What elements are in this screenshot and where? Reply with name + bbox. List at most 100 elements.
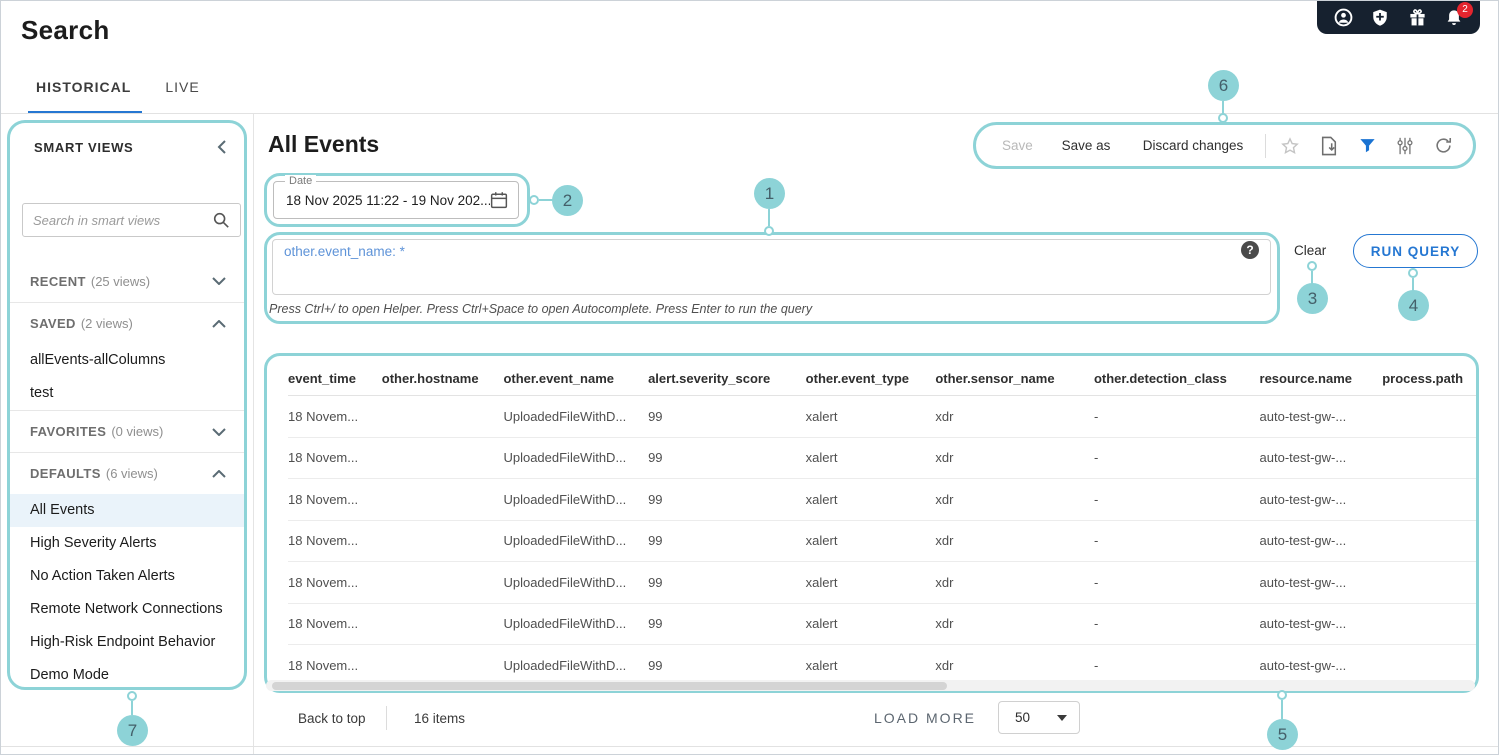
table-cell: xalert xyxy=(805,408,838,424)
column-header[interactable]: other.event_type xyxy=(806,371,936,386)
bell-icon[interactable]: 2 xyxy=(1444,1,1473,28)
export-file-icon[interactable] xyxy=(1319,135,1339,157)
table-cell: UploadedFileWithD... xyxy=(503,616,627,632)
favorite-star-icon[interactable] xyxy=(1280,135,1300,157)
column-header[interactable]: other.sensor_name xyxy=(935,371,1094,386)
run-query-button[interactable]: RUN QUERY xyxy=(1353,234,1478,268)
annotation-6-dot xyxy=(1218,113,1228,123)
search-page: Search 2 HISTORICAL LIVE SMART VIEWS Sea… xyxy=(0,0,1499,755)
header-divider xyxy=(1,113,1498,114)
table-cell: xalert xyxy=(805,574,838,590)
chevron-up-icon xyxy=(212,469,226,478)
table-cell: - xyxy=(1093,491,1099,507)
annotation-5: 5 xyxy=(1267,719,1298,750)
collapse-panel-icon[interactable] xyxy=(217,140,226,154)
column-header[interactable]: resource.name xyxy=(1260,371,1383,386)
table-row[interactable]: 18 Novem... UploadedFileWithD... 99 xalert x… xyxy=(288,396,1476,438)
tab-historical[interactable]: HISTORICAL xyxy=(36,79,131,95)
column-header[interactable]: alert.severity_score xyxy=(648,371,806,386)
search-icon xyxy=(212,211,230,229)
query-input[interactable] xyxy=(272,239,1271,295)
section-header-recent[interactable]: RECENT (25 views) xyxy=(10,260,244,302)
save-as-button[interactable]: Save as xyxy=(1062,138,1111,153)
column-header[interactable]: event_time xyxy=(288,371,382,386)
page-size-select[interactable]: 50 xyxy=(998,701,1080,734)
table-row[interactable]: 18 Novem... UploadedFileWithD... 99 xalert x… xyxy=(288,437,1476,479)
section-header-saved[interactable]: SAVED (2 views) xyxy=(10,302,244,344)
column-header[interactable]: other.hostname xyxy=(382,371,504,386)
table-row[interactable]: 18 Novem... UploadedFileWithD... 99 xalert x… xyxy=(288,520,1476,562)
gift-icon[interactable] xyxy=(1407,8,1427,28)
filter-icon[interactable] xyxy=(1358,135,1378,157)
table-cell: 99 xyxy=(648,574,663,590)
user-icon[interactable] xyxy=(1333,8,1353,28)
refresh-icon[interactable] xyxy=(1433,135,1453,157)
table-cell: 18 Novem... xyxy=(288,657,359,673)
section-count: (6 views) xyxy=(105,466,158,481)
chevron-down-icon xyxy=(212,277,226,285)
clear-button[interactable]: Clear xyxy=(1294,243,1326,258)
smart-views-search[interactable] xyxy=(22,203,241,237)
table-cell: auto-test-gw-... xyxy=(1259,657,1347,673)
horizontal-scrollbar[interactable] xyxy=(266,680,1475,691)
load-more-button[interactable]: LOAD MORE xyxy=(874,710,976,726)
footer-divider xyxy=(386,706,387,730)
section-header-favorites[interactable]: FAVORITES (0 views) xyxy=(10,410,244,452)
table-cell: 18 Novem... xyxy=(288,408,359,424)
calendar-icon[interactable] xyxy=(490,191,508,209)
table-row[interactable]: 18 Novem... UploadedFileWithD... 99 xalert x… xyxy=(288,562,1476,604)
smart-view-item[interactable]: No Action Taken Alerts xyxy=(10,560,244,593)
table-header-row: event_time other.hostname other.event_name… xyxy=(288,361,1476,396)
table-row[interactable]: 18 Novem... UploadedFileWithD... 99 xalert x… xyxy=(288,479,1476,521)
smart-view-item[interactable]: High-Risk Endpoint Behavior xyxy=(10,626,244,659)
page-title: Search xyxy=(21,15,110,45)
help-icon[interactable]: ? xyxy=(1241,241,1259,259)
column-header[interactable]: other.detection_class xyxy=(1094,371,1260,386)
table-cell: xdr xyxy=(935,574,954,590)
global-icon-bar: 2 xyxy=(1317,1,1480,34)
sidebar-sections: RECENT (25 views) SAVED (2 views) allEvents-… xyxy=(10,260,244,687)
table-cell: 99 xyxy=(648,616,663,632)
table-cell: xalert xyxy=(805,491,838,507)
table-cell: 99 xyxy=(648,408,663,424)
save-button[interactable]: Save xyxy=(1002,138,1033,153)
settings-sliders-icon[interactable] xyxy=(1395,135,1415,157)
annotation-3: 3 xyxy=(1297,283,1328,314)
smart-view-item[interactable]: allEvents-allColumns xyxy=(10,344,244,377)
caret-down-icon xyxy=(1057,714,1067,721)
smart-views-panel: SMART VIEWS RECENT(25 views) SAVED (2 view… xyxy=(7,120,247,690)
discard-changes-button[interactable]: Discard changes xyxy=(1143,138,1244,153)
table-cell: xdr xyxy=(935,657,954,673)
date-range-value: 18 Nov 2025 11:22 - 19 Nov 202... xyxy=(286,192,490,208)
tab-live[interactable]: LIVE xyxy=(165,79,199,95)
annotation-1-dot xyxy=(764,226,774,236)
annotation-6: 6 xyxy=(1208,70,1239,101)
section-label: SAVED xyxy=(30,316,76,331)
smart-view-item[interactable]: High Severity Alerts xyxy=(10,527,244,560)
annotation-5-line xyxy=(1281,700,1283,719)
chevron-down-icon xyxy=(212,427,226,436)
annotation-3-dot xyxy=(1307,261,1317,271)
back-to-top-button[interactable]: Back to top xyxy=(298,711,366,726)
scrollbar-thumb[interactable] xyxy=(272,681,947,690)
column-header[interactable]: other.event_name xyxy=(503,371,648,386)
smart-view-item[interactable]: Demo Mode xyxy=(10,659,244,687)
table-cell: xdr xyxy=(935,450,954,466)
table-cell: 99 xyxy=(648,657,663,673)
table-cell: 18 Novem... xyxy=(288,574,359,590)
column-header[interactable]: process.path xyxy=(1382,371,1476,386)
section-label: DEFAULTS xyxy=(30,466,101,481)
section-header-defaults[interactable]: DEFAULTS (6 views) xyxy=(10,452,244,494)
annotation-1-line xyxy=(768,209,770,226)
smart-view-item[interactable]: Remote Network Connections xyxy=(10,593,244,626)
table-cell: xalert xyxy=(805,450,838,466)
table-row[interactable]: 18 Novem... UploadedFileWithD... 99 xalert x… xyxy=(288,603,1476,645)
shield-icon[interactable] xyxy=(1370,8,1390,28)
smart-view-item[interactable]: test xyxy=(10,377,244,410)
smart-views-search-input[interactable] xyxy=(33,212,212,228)
table-cell: xdr xyxy=(935,408,954,424)
table-cell: UploadedFileWithD... xyxy=(503,450,627,466)
annotation-4-dot xyxy=(1408,268,1418,278)
table-cell: xdr xyxy=(935,616,954,632)
smart-view-item[interactable]: All Events xyxy=(10,494,244,527)
